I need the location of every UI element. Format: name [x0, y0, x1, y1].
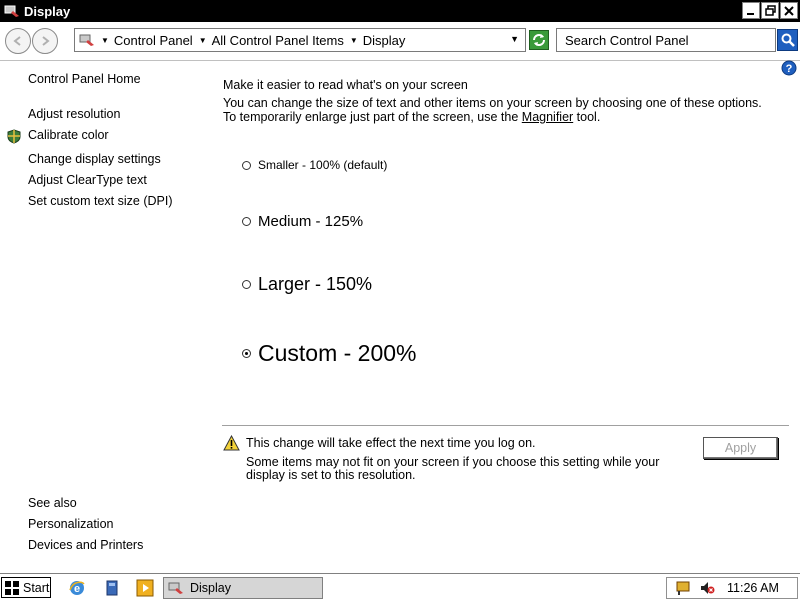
windows-logo-icon: [5, 580, 19, 595]
svg-text:e: e: [74, 583, 80, 595]
breadcrumb-control-panel[interactable]: ▼ Control Panel: [101, 33, 193, 48]
action-center-flag-icon[interactable]: [675, 580, 691, 596]
system-tray: 11:26 AM: [666, 577, 798, 599]
devices-and-printers-link[interactable]: Devices and Printers: [28, 538, 143, 552]
warning-icon: [223, 435, 240, 451]
search-input[interactable]: Search Control Panel: [556, 28, 776, 52]
left-navigation-pane: Control Panel Home Adjust resolution Cal…: [0, 60, 210, 572]
taskbar: Start e Display 11:26 AM: [0, 573, 800, 601]
personalization-link[interactable]: Personalization: [28, 517, 113, 531]
shield-icon: [7, 129, 21, 144]
back-button[interactable]: [5, 28, 31, 54]
refresh-button[interactable]: [529, 30, 549, 50]
back-arrow-icon: [13, 36, 21, 46]
page-heading: Make it easier to read what's on your sc…: [223, 78, 468, 92]
media-player-icon[interactable]: [136, 579, 154, 597]
adjust-resolution-link[interactable]: Adjust resolution: [28, 107, 120, 121]
clock[interactable]: 11:26 AM: [727, 581, 779, 595]
svg-text:?: ?: [786, 63, 793, 75]
warning-line-2: display is set to this resolution.: [246, 468, 416, 482]
minimize-icon: [747, 12, 754, 15]
display-control-panel-icon: [4, 5, 19, 17]
refresh-icon: [533, 34, 545, 46]
option-medium[interactable]: Medium - 125%: [242, 213, 363, 230]
breadcrumb-display[interactable]: ▼ Display: [350, 33, 406, 48]
breadcrumb-arrow-icon: ▼: [349, 35, 358, 45]
warning-title: This change will take effect the next ti…: [246, 436, 536, 450]
file-explorer-icon[interactable]: [103, 579, 121, 597]
control-panel-home-link[interactable]: Control Panel Home: [28, 72, 141, 86]
radio-custom[interactable]: [242, 349, 251, 358]
see-also-heading: See also: [28, 496, 77, 510]
calibrate-color-link[interactable]: Calibrate color: [28, 128, 109, 142]
set-custom-text-size-link[interactable]: Set custom text size (DPI): [28, 194, 172, 208]
restore-icon: [764, 5, 776, 16]
warning-line-1: Some items may not fit on your screen if…: [246, 455, 660, 469]
internet-explorer-icon[interactable]: e: [68, 579, 86, 597]
restore-button[interactable]: [761, 2, 779, 19]
description-line-1: You can change the size of text and othe…: [223, 96, 762, 110]
change-display-settings-link[interactable]: Change display settings: [28, 152, 161, 166]
breadcrumb-all-items[interactable]: ▼ All Control Panel Items: [199, 33, 344, 48]
start-button[interactable]: Start: [1, 577, 51, 598]
minimize-button[interactable]: [742, 2, 760, 19]
adjust-cleartype-link[interactable]: Adjust ClearType text: [28, 173, 147, 187]
close-button[interactable]: [780, 2, 798, 19]
breadcrumb-arrow-icon: ▼: [101, 35, 109, 45]
control-panel-icon: [79, 34, 94, 46]
taskbar-item-display[interactable]: Display: [163, 577, 323, 599]
forward-arrow-icon: [42, 36, 50, 46]
search-button[interactable]: [777, 29, 798, 51]
option-smaller[interactable]: Smaller - 100% (default): [242, 158, 387, 172]
magnifier-link[interactable]: Magnifier: [522, 110, 573, 124]
option-larger[interactable]: Larger - 150%: [242, 274, 372, 295]
radio-larger[interactable]: [242, 280, 251, 289]
search-icon: [781, 33, 795, 47]
volume-muted-icon[interactable]: [699, 580, 715, 596]
address-dropdown-icon[interactable]: ▼: [510, 34, 519, 44]
description-line-2: To temporarily enlarge just part of the …: [223, 110, 601, 124]
apply-button[interactable]: Apply: [703, 437, 778, 459]
display-control-panel-icon: [168, 582, 183, 594]
radio-medium[interactable]: [242, 217, 251, 226]
close-icon: [784, 5, 794, 16]
address-bar[interactable]: ▼ Control Panel ▼ All Control Panel Item…: [74, 28, 526, 52]
navigation-bar: ▼ Control Panel ▼ All Control Panel Item…: [0, 22, 800, 61]
forward-button[interactable]: [32, 28, 58, 54]
option-custom[interactable]: Custom - 200%: [242, 340, 417, 367]
window-title-bar[interactable]: Display: [0, 0, 800, 22]
window-title: Display: [24, 4, 71, 19]
breadcrumb-arrow-icon: ▼: [198, 35, 207, 45]
help-icon[interactable]: ?: [781, 60, 797, 76]
separator: [222, 425, 789, 426]
radio-smaller[interactable]: [242, 160, 251, 170]
